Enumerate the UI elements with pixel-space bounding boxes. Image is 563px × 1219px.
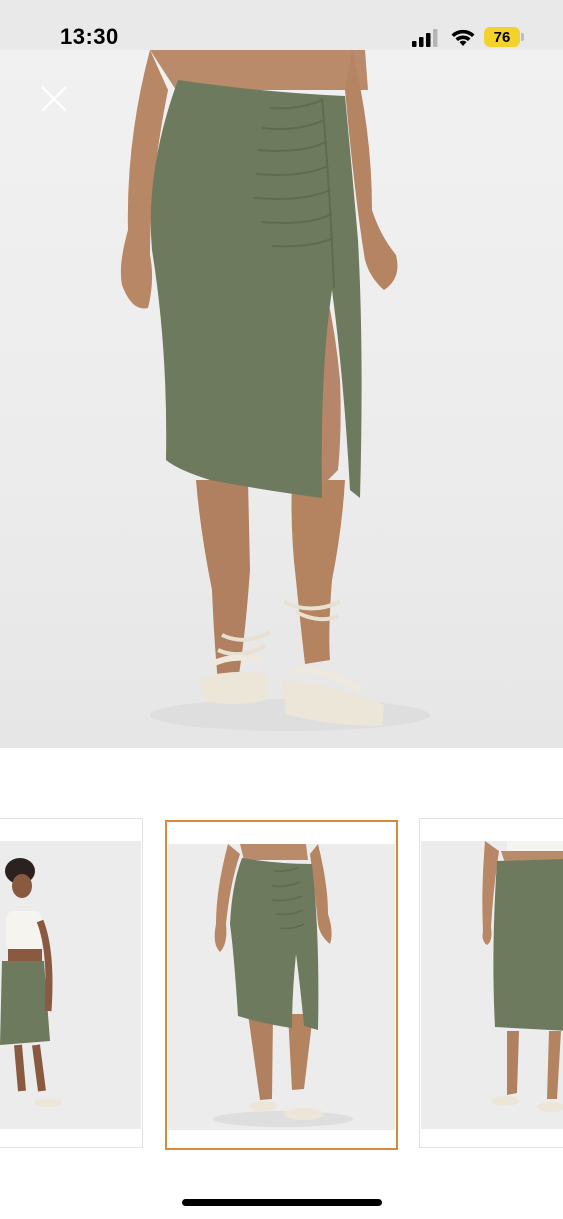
thumbnail-3-image xyxy=(482,841,563,1112)
thumbnail-3[interactable] xyxy=(419,818,563,1148)
thumbnail-1[interactable] xyxy=(0,818,143,1148)
skirt-photo xyxy=(120,50,430,731)
main-product-image[interactable] xyxy=(0,50,563,748)
battery-level: 76 xyxy=(493,28,511,46)
battery-icon: 76 xyxy=(484,27,520,47)
thumbnail-1-photo xyxy=(0,841,141,1129)
battery-cap xyxy=(521,33,524,41)
close-icon xyxy=(41,86,67,112)
thumbnail-2-image xyxy=(213,844,353,1127)
status-bar: 13:30 76 xyxy=(0,0,563,50)
thumbnail-strip xyxy=(0,818,563,1150)
close-button[interactable] xyxy=(37,82,71,116)
thumbnail-2-photo xyxy=(168,844,395,1130)
thumbnail-3-photo xyxy=(421,841,563,1129)
wifi-icon xyxy=(451,29,475,46)
home-indicator[interactable] xyxy=(182,1199,382,1206)
thumbnail-2-selected[interactable] xyxy=(165,820,398,1150)
status-time: 13:30 xyxy=(60,24,119,49)
signal-icon xyxy=(412,29,438,47)
thumbnail-1-image xyxy=(0,858,62,1107)
